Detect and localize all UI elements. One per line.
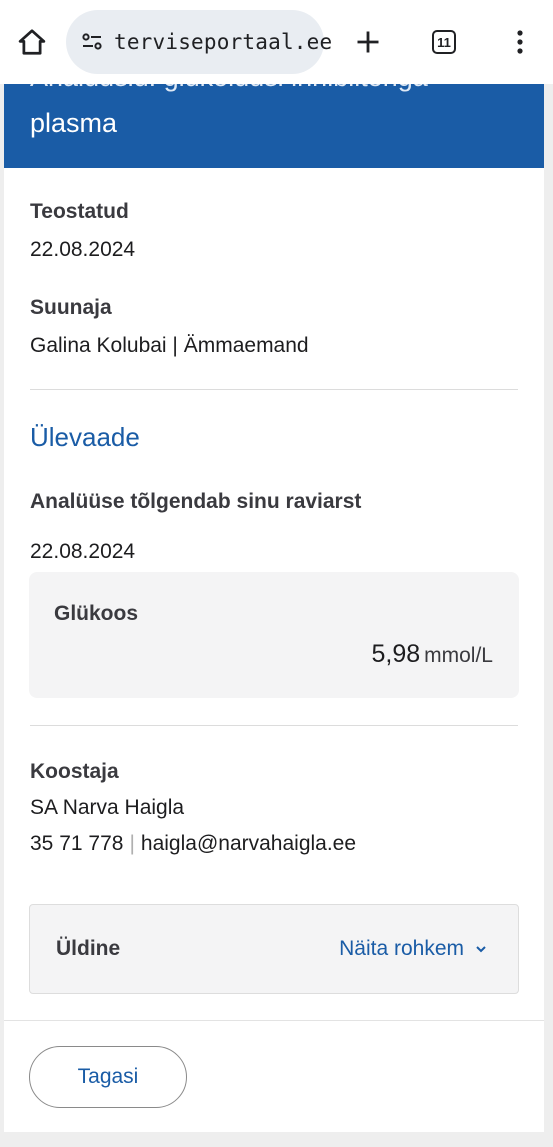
compiler-email[interactable]: haigla@narvahaigla.ee <box>141 832 356 855</box>
overview-date: 22.08.2024 <box>30 540 136 563</box>
result-name: Glükoos <box>54 602 139 625</box>
tune-icon[interactable] <box>80 30 104 54</box>
result-card: Glükoos 5,98 mmol/L <box>29 572 519 698</box>
general-accordion[interactable]: Üldine Näita rohkem <box>29 904 519 994</box>
page-title: plasma <box>30 108 118 138</box>
header-title-cut: Analüüsid: glükolüüsi inhibiitoriga <box>30 84 428 93</box>
url-text: terviseportaal.ee <box>114 30 333 54</box>
general-label: Üldine <box>56 937 121 960</box>
compiler-label: Koostaja <box>30 760 119 783</box>
divider <box>30 389 518 390</box>
tab-count: 11 <box>432 30 456 54</box>
show-more-button[interactable]: Näita rohkem <box>339 937 488 961</box>
address-bar[interactable]: terviseportaal.ee <box>66 10 332 74</box>
result-value: 5,98 <box>371 640 421 668</box>
result-unit: mmol/L <box>424 644 493 667</box>
footer-divider <box>4 1020 544 1021</box>
compiler-contacts: 35 71 778 | haigla@narvahaigla.ee <box>30 832 356 856</box>
home-icon <box>18 29 46 55</box>
overview-title: Ülevaade <box>30 422 140 452</box>
show-more-label: Näita rohkem <box>339 937 464 960</box>
chevron-down-icon <box>476 946 486 953</box>
result-value-row: 5,98 mmol/L <box>371 640 493 669</box>
browser-toolbar: terviseportaal.ee 11 <box>0 0 553 84</box>
tab-switcher-button[interactable]: 11 <box>424 22 464 62</box>
performed-date: 22.08.2024 <box>30 238 136 261</box>
referrer-label: Suunaja <box>30 296 112 319</box>
compiler-phone[interactable]: 35 71 778 <box>30 832 123 855</box>
back-button[interactable]: Tagasi <box>29 1046 187 1108</box>
plus-icon <box>357 31 379 53</box>
divider <box>30 725 518 726</box>
interpreter-label: Analüüse tõlgendab sinu raviarst <box>30 490 362 513</box>
more-vertical-icon <box>517 30 523 54</box>
performed-label: Teostatud <box>30 200 129 223</box>
compiler-name: SA Narva Haigla <box>30 796 185 819</box>
referrer-value: Galina Kolubai | Ämmaemand <box>30 334 309 357</box>
contact-separator: | <box>129 832 135 855</box>
page-header: Analüüsid: glükolüüsi inhibiitoriga plas… <box>4 84 544 168</box>
new-tab-button[interactable] <box>348 22 388 62</box>
browser-menu-button[interactable] <box>500 22 540 62</box>
home-button[interactable] <box>12 22 52 62</box>
analysis-card: Analüüsid: glükolüüsi inhibiitoriga plas… <box>4 84 544 1132</box>
